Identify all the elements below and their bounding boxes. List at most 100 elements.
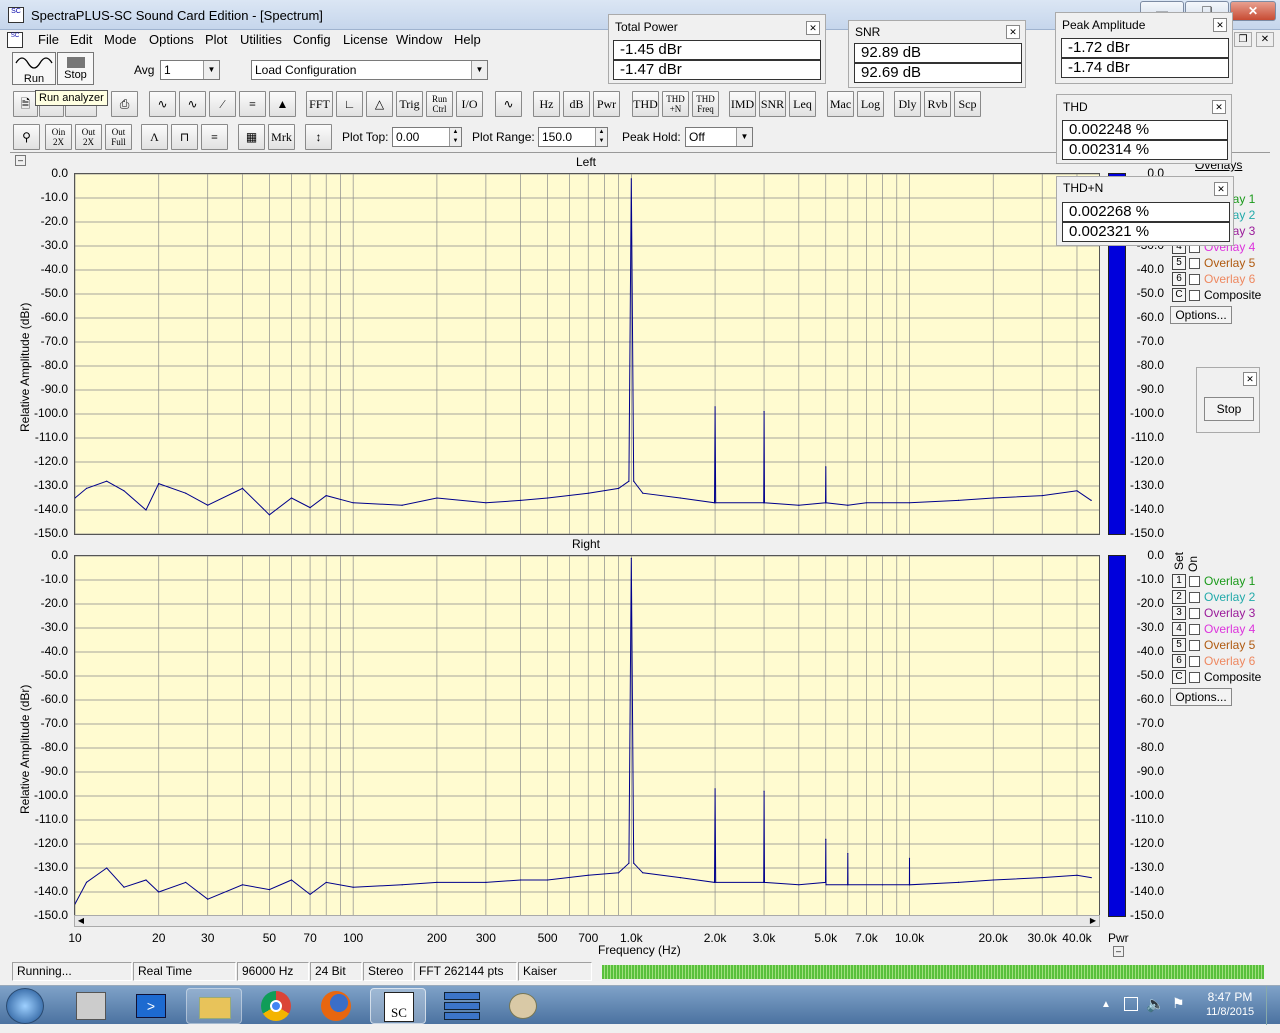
app-icon[interactable]: SC: [8, 7, 24, 23]
scroll-left-icon[interactable]: ◀: [76, 916, 86, 926]
right-overlay-set-button[interactable]: 3: [1172, 606, 1186, 620]
chrome-icon[interactable]: [248, 988, 304, 1024]
spectrogram-icon[interactable]: ≡: [239, 91, 266, 117]
menu-config[interactable]: Config: [293, 32, 331, 47]
close-icon[interactable]: ✕: [1006, 25, 1020, 39]
io-button[interactable]: I/O: [456, 91, 483, 117]
right-spectrum-plot[interactable]: [74, 555, 1100, 917]
left-overlay-checkbox[interactable]: [1189, 274, 1200, 285]
plot-range-input[interactable]: 150.0 ▲ ▼: [538, 127, 608, 147]
menu-help[interactable]: Help: [454, 32, 481, 47]
paint-icon[interactable]: [496, 988, 552, 1024]
left-overlay-set-button[interactable]: 5: [1172, 256, 1186, 270]
scaling-icon[interactable]: ∟: [336, 91, 363, 117]
close-icon[interactable]: ✕: [1212, 100, 1226, 114]
step-plot-icon[interactable]: ⊓: [171, 124, 198, 150]
right-overlay-checkbox[interactable]: [1189, 624, 1200, 635]
mrk-button[interactable]: Mrk: [268, 124, 295, 150]
run-ctrl-button[interactable]: Run Ctrl: [426, 91, 453, 117]
collapse-icon[interactable]: –: [15, 155, 26, 166]
start-button[interactable]: [6, 988, 44, 1024]
spinner-icon[interactable]: ▲ ▼: [449, 128, 461, 146]
action-center-flag-icon[interactable]: ⚑: [1172, 995, 1185, 1012]
phase-mode-icon[interactable]: ∕: [209, 91, 236, 117]
3d-surface-icon[interactable]: ▲: [269, 91, 296, 117]
spectrum-mode-icon[interactable]: ∿: [179, 91, 206, 117]
leq-button[interactable]: Leq: [789, 91, 816, 117]
avg-select[interactable]: 1 ▼: [160, 60, 220, 80]
plot-top-input[interactable]: 0.00 ▲ ▼: [392, 127, 462, 147]
document-icon[interactable]: SC: [7, 32, 23, 48]
rvb-button[interactable]: Rvb: [924, 91, 951, 117]
horizontal-scrollbar[interactable]: ◀ ▶: [74, 915, 1100, 927]
scroll-right-icon[interactable]: ▶: [1088, 916, 1098, 926]
network-icon[interactable]: [1124, 997, 1138, 1011]
zoom-icon[interactable]: ⚲: [13, 124, 40, 150]
right-overlay-checkbox[interactable]: [1189, 640, 1200, 651]
fft-button[interactable]: FFT: [306, 91, 333, 117]
show-desktop-button[interactable]: [1266, 986, 1280, 1025]
grid-icon[interactable]: ▦: [238, 124, 265, 150]
menu-options[interactable]: Options: [149, 32, 194, 47]
right-overlay-set-button[interactable]: 5: [1172, 638, 1186, 652]
dly-button[interactable]: Dly: [894, 91, 921, 117]
collapse-icon[interactable]: –: [1113, 946, 1124, 957]
right-overlay-set-button[interactable]: 4: [1172, 622, 1186, 636]
menu-mode[interactable]: Mode: [104, 32, 137, 47]
right-overlay-options-button[interactable]: Options...: [1170, 688, 1232, 706]
hz-button[interactable]: Hz: [533, 91, 560, 117]
mdi-close-button[interactable]: ✕: [1256, 32, 1274, 47]
clock-time[interactable]: 8:47 PM: [1200, 990, 1260, 1004]
imd-button[interactable]: IMD: [729, 91, 756, 117]
print-icon[interactable]: ⎙: [111, 91, 138, 117]
signal-generator-icon[interactable]: ∿: [495, 91, 522, 117]
right-overlay-set-button[interactable]: 1: [1172, 574, 1186, 588]
run-button[interactable]: Run: [12, 52, 56, 85]
trig-button[interactable]: Trig: [396, 91, 423, 117]
zoom-out-full-button[interactable]: Out Full: [105, 124, 132, 150]
show-hidden-icons[interactable]: ▲: [1101, 999, 1111, 1010]
plot-scale-icon[interactable]: ↕: [305, 124, 332, 150]
snr-button[interactable]: SNR: [759, 91, 786, 117]
mdi-restore-button[interactable]: ❐: [1234, 32, 1252, 47]
bar-plot-icon[interactable]: ≡: [201, 124, 228, 150]
right-overlay-checkbox[interactable]: [1189, 608, 1200, 619]
menu-edit[interactable]: Edit: [70, 32, 92, 47]
thdn-button[interactable]: THD +N: [662, 91, 689, 117]
line-plot-icon[interactable]: Λ: [141, 124, 168, 150]
menu-plot[interactable]: Plot: [205, 32, 227, 47]
volume-icon[interactable]: 🔈: [1146, 995, 1165, 1013]
powershell-icon[interactable]: >: [136, 994, 166, 1018]
close-icon[interactable]: ✕: [806, 21, 820, 35]
right-overlay-checkbox[interactable]: [1189, 672, 1200, 683]
left-spectrum-plot[interactable]: [74, 173, 1100, 535]
thd-freq-button[interactable]: THD Freq: [692, 91, 719, 117]
spinner-icon[interactable]: ▲ ▼: [595, 128, 607, 146]
left-overlay-checkbox[interactable]: [1189, 258, 1200, 269]
stop-button[interactable]: Stop: [1204, 397, 1254, 421]
close-button[interactable]: ✕: [1230, 1, 1276, 21]
right-overlay-checkbox[interactable]: [1189, 576, 1200, 587]
mac-button[interactable]: Mac: [827, 91, 854, 117]
waveform-mode-icon[interactable]: ∿: [149, 91, 176, 117]
right-overlay-set-button[interactable]: 2: [1172, 590, 1186, 604]
right-overlay-set-button[interactable]: 6: [1172, 654, 1186, 668]
menu-utilities[interactable]: Utilities: [240, 32, 282, 47]
right-overlay-set-button[interactable]: C: [1172, 670, 1186, 684]
clock-date[interactable]: 11/8/2015: [1200, 1006, 1260, 1018]
left-overlay-set-button[interactable]: 6: [1172, 272, 1186, 286]
left-overlay-set-button[interactable]: C: [1172, 288, 1186, 302]
left-overlay-checkbox[interactable]: [1189, 290, 1200, 301]
pwr-button[interactable]: Pwr: [593, 91, 620, 117]
menu-license[interactable]: License: [343, 32, 388, 47]
explorer-icon[interactable]: [186, 988, 242, 1024]
right-overlay-checkbox[interactable]: [1189, 656, 1200, 667]
peak-hold-select[interactable]: Off ▼: [685, 127, 753, 147]
server-manager-icon[interactable]: [76, 992, 106, 1020]
right-overlay-checkbox[interactable]: [1189, 592, 1200, 603]
thd-button[interactable]: THD: [632, 91, 659, 117]
close-icon[interactable]: ✕: [1214, 182, 1228, 196]
menu-window[interactable]: Window: [396, 32, 442, 47]
configuration-select[interactable]: Load Configuration ▼: [251, 60, 488, 80]
close-icon[interactable]: ✕: [1243, 372, 1257, 386]
